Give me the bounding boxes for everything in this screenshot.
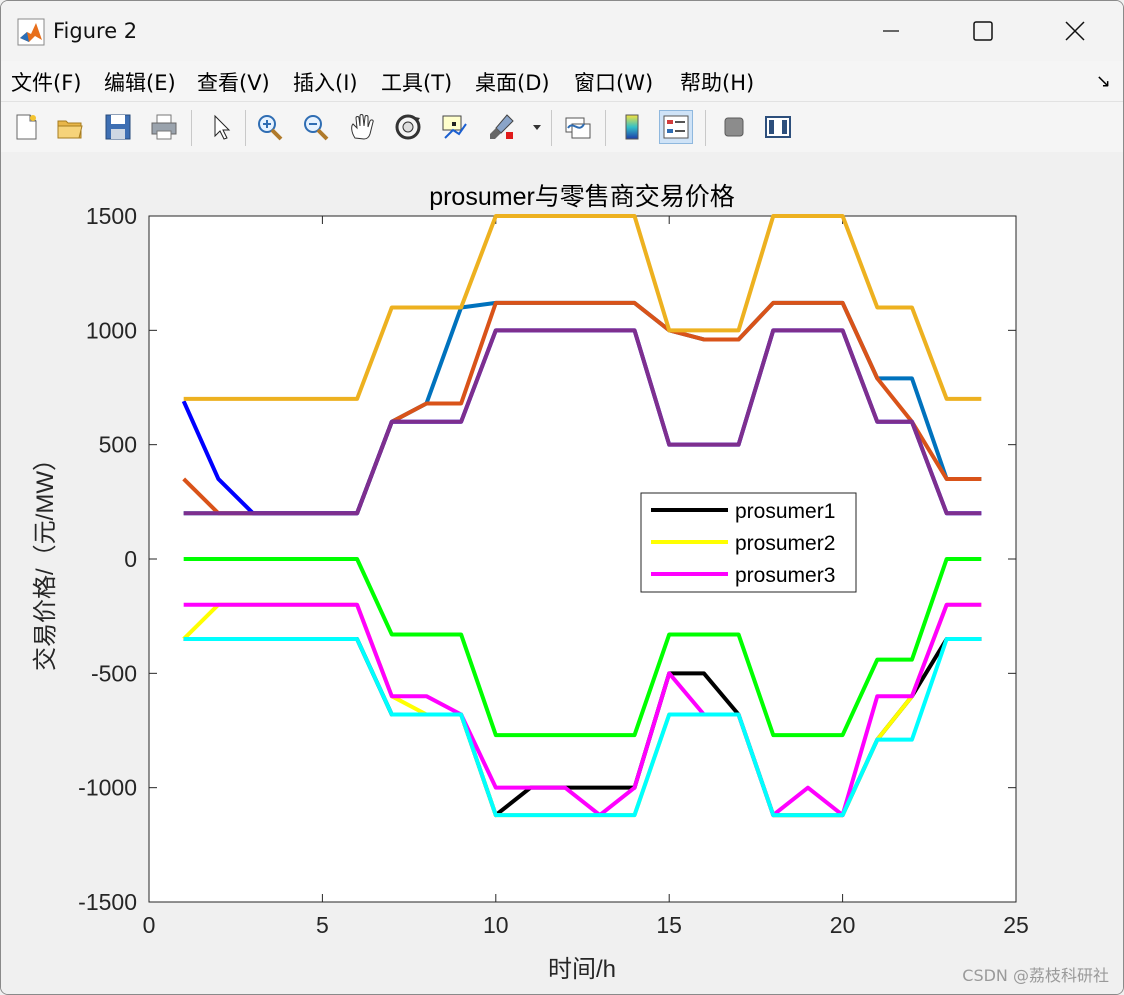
x-tick-label: 0 — [143, 912, 156, 938]
link-plot-button[interactable] — [561, 110, 595, 144]
brush-icon — [490, 114, 514, 139]
toolbar-separator — [605, 110, 606, 146]
title-bar[interactable]: Figure 2 — [1, 1, 1123, 61]
legend-button[interactable] — [659, 110, 693, 144]
x-tick-label: 10 — [483, 912, 509, 938]
brush-dropdown-button[interactable] — [527, 110, 547, 144]
close-icon — [1065, 21, 1085, 41]
toolbar-separator — [245, 110, 246, 146]
brush-button[interactable] — [485, 110, 519, 144]
colorbar-button[interactable] — [615, 110, 649, 144]
y-axis-label: 交易价格/（元/MW） — [32, 447, 59, 671]
save-icon — [105, 114, 131, 140]
maximize-button[interactable] — [951, 9, 1015, 53]
menu-desktop[interactable]: 桌面(D) — [475, 67, 550, 97]
zoom-in-icon — [258, 115, 283, 141]
zoom-out-icon — [304, 115, 329, 141]
legend-label: prosumer1 — [735, 500, 835, 523]
chart-title: prosumer与零售商交易价格 — [429, 183, 735, 211]
zoom-in-button[interactable] — [253, 110, 287, 144]
hide-plot-tools-button[interactable] — [717, 110, 751, 144]
figure-canvas: 0 5 10 15 20 25 -1500 -1000 -500 0 500 1000 1500 pr… — [1, 152, 1123, 994]
hide-plot-tools-icon — [724, 117, 744, 137]
data-cursor-icon — [442, 115, 467, 139]
link-plot-icon — [565, 117, 591, 139]
matlab-icon — [17, 18, 45, 46]
toolbar-separator — [551, 110, 552, 146]
toolbar — [1, 101, 1123, 153]
figure-window: Figure 2 文件(F) 编辑(E) 查看(V) 插入(I) 工具(T) 桌… — [0, 0, 1124, 995]
print-button[interactable] — [147, 110, 181, 144]
pointer-button[interactable] — [203, 110, 237, 144]
colorbar-icon — [625, 114, 639, 140]
show-plot-tools-icon — [765, 116, 791, 138]
y-tick-label: -1500 — [78, 889, 137, 915]
zoom-out-button[interactable] — [299, 110, 333, 144]
chevron-down-icon — [533, 125, 541, 130]
rotate-3d-button[interactable] — [391, 110, 425, 144]
pan-icon — [351, 114, 374, 140]
data-cursor-button[interactable] — [437, 110, 471, 144]
menu-window[interactable]: 窗口(W) — [574, 67, 653, 97]
x-tick-label: 25 — [1003, 912, 1029, 938]
menu-insert[interactable]: 插入(I) — [293, 67, 358, 97]
watermark: CSDN @荔枝科研社 — [962, 966, 1109, 985]
y-tick-label: 1500 — [86, 203, 137, 229]
y-tick-label: -500 — [91, 660, 137, 686]
menu-help[interactable]: 帮助(H) — [680, 67, 754, 97]
line-chart[interactable]: 0 5 10 15 20 25 -1500 -1000 -500 0 500 1000 1500 pr… — [1, 152, 1123, 994]
y-tick-label: 0 — [124, 546, 137, 572]
menu-bar: 文件(F) 编辑(E) 查看(V) 插入(I) 工具(T) 桌面(D) 窗口(W… — [1, 61, 1123, 101]
show-plot-tools-button[interactable] — [761, 110, 795, 144]
x-axis-label: 时间/h — [548, 956, 616, 983]
open-file-button[interactable] — [53, 110, 87, 144]
minimize-icon — [883, 30, 899, 32]
close-button[interactable] — [1043, 9, 1107, 53]
x-tick-label: 20 — [830, 912, 856, 938]
pointer-icon — [214, 114, 231, 140]
y-tick-label: 1000 — [86, 317, 137, 343]
legend-label: prosumer2 — [735, 532, 835, 555]
pan-button[interactable] — [345, 110, 379, 144]
print-icon — [151, 114, 177, 140]
minimize-button[interactable] — [859, 9, 923, 53]
toolbar-separator — [705, 110, 706, 146]
new-figure-icon — [16, 114, 37, 140]
menu-edit[interactable]: 编辑(E) — [104, 67, 176, 97]
legend-label: prosumer3 — [735, 564, 835, 587]
maximize-icon — [973, 21, 993, 41]
legend-icon — [663, 115, 689, 139]
menu-view[interactable]: 查看(V) — [197, 67, 270, 97]
open-file-icon — [57, 120, 83, 139]
toolbar-separator — [191, 110, 192, 146]
x-tick-label: 5 — [316, 912, 329, 938]
new-figure-button[interactable] — [9, 110, 43, 144]
rotate-3d-icon — [395, 114, 421, 140]
save-button[interactable] — [101, 110, 135, 144]
window-title: Figure 2 — [53, 19, 138, 43]
x-tick-label: 15 — [656, 912, 682, 938]
dock-arrow-icon[interactable]: ↘ — [1096, 71, 1111, 92]
legend[interactable]: prosumer1 prosumer2 prosumer3 — [640, 492, 857, 593]
y-tick-label: -1000 — [78, 775, 137, 801]
menu-file[interactable]: 文件(F) — [11, 67, 81, 97]
menu-tools[interactable]: 工具(T) — [381, 67, 452, 97]
y-tick-label: 500 — [99, 432, 137, 458]
